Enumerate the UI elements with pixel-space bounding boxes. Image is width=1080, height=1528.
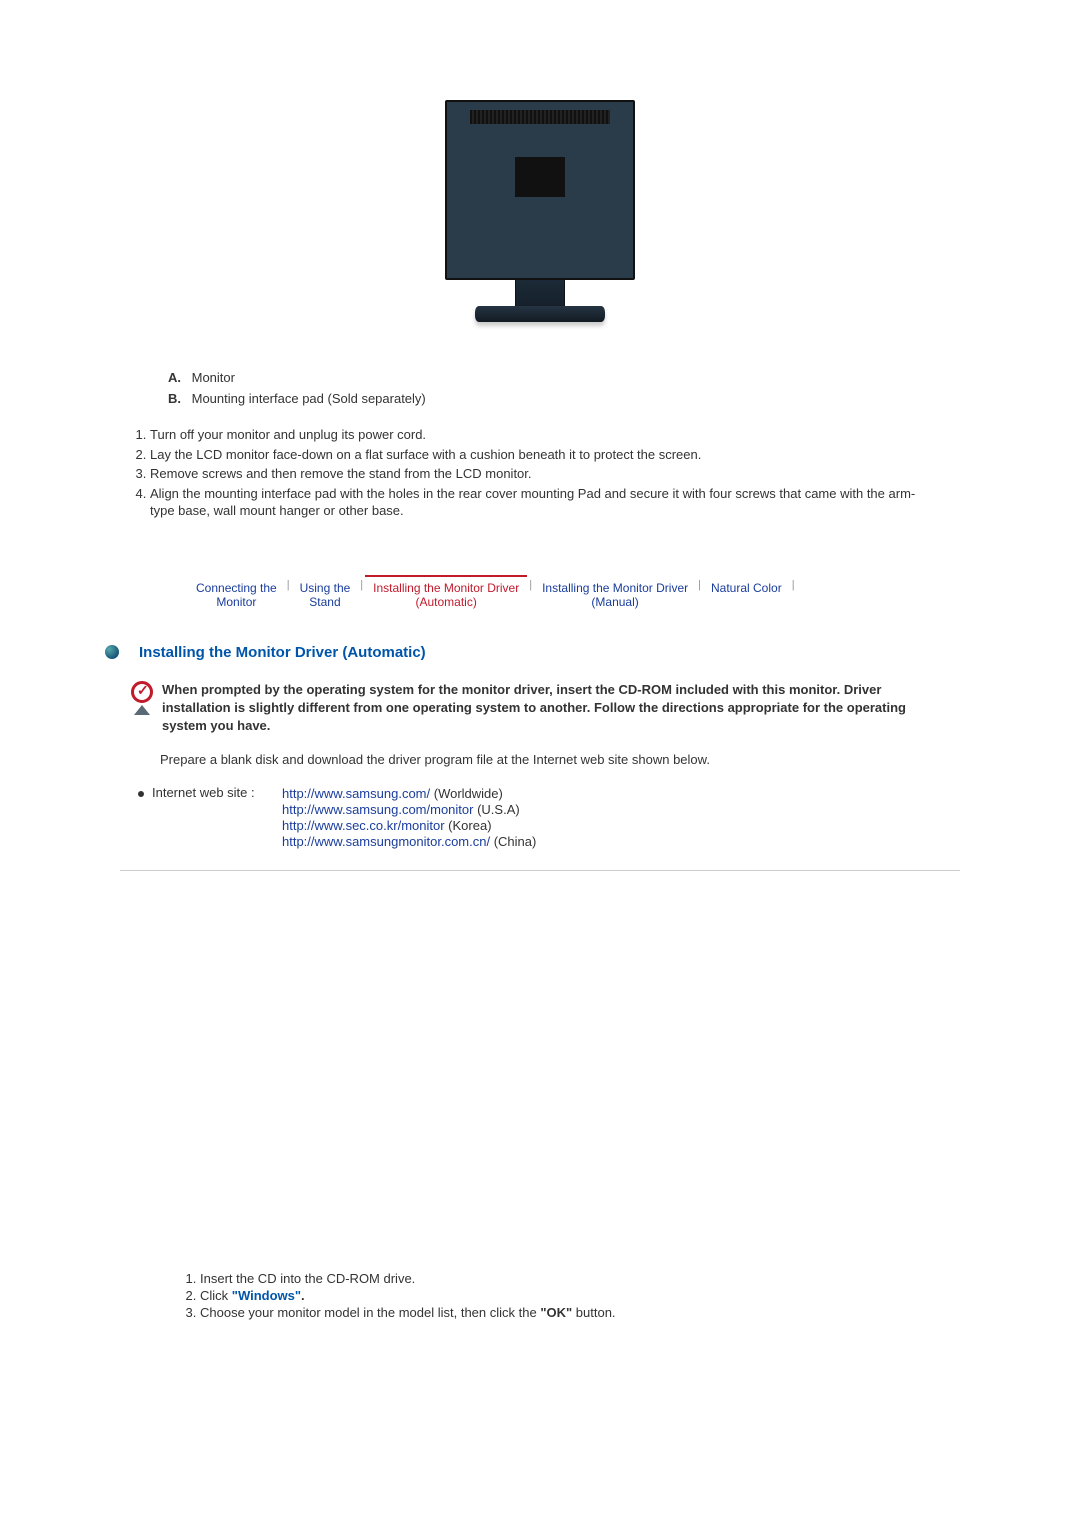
monitor-back-panel	[445, 100, 635, 280]
legend-text-a: Monitor	[192, 370, 235, 385]
note-icon	[122, 681, 162, 736]
link-suffix: (U.S.A)	[473, 802, 519, 817]
section-bullet-icon	[105, 645, 119, 659]
monitor-stand-neck	[515, 280, 565, 306]
list-bullet-icon	[138, 791, 144, 797]
text-fragment: button.	[572, 1305, 615, 1320]
keyword-ok: "OK"	[540, 1305, 572, 1320]
image-legend: A. Monitor B. Mounting interface pad (So…	[168, 370, 920, 406]
tab-separator: |	[527, 575, 534, 595]
website-links: http://www.samsung.com/ (Worldwide) http…	[282, 785, 920, 850]
step-item: Turn off your monitor and unplug its pow…	[150, 426, 920, 444]
link-samsung-usa[interactable]: http://www.samsung.com/monitor	[282, 802, 473, 817]
install-step: Choose your monitor model in the model l…	[200, 1305, 920, 1320]
legend-letter-a: A.	[168, 370, 188, 385]
install-step: Click "Windows".	[200, 1288, 920, 1303]
prepare-text: Prepare a blank disk and download the dr…	[160, 751, 920, 769]
link-suffix: (China)	[490, 834, 536, 849]
monitor-rear-illustration	[435, 100, 645, 340]
divider-line	[120, 870, 960, 871]
tab-connecting-monitor[interactable]: Connecting the Monitor	[188, 575, 285, 614]
legend-letter-b: B.	[168, 391, 188, 406]
link-suffix: (Korea)	[445, 818, 492, 833]
note-text: When prompted by the operating system fo…	[162, 681, 920, 736]
tab-separator: |	[696, 575, 703, 595]
tab-separator: |	[790, 575, 797, 595]
tab-install-driver-manual[interactable]: Installing the Monitor Driver (Manual)	[534, 575, 696, 614]
section-title: Installing the Monitor Driver (Automatic…	[139, 644, 426, 661]
step-item: Align the mounting interface pad with th…	[150, 485, 920, 520]
mounting-steps: Turn off your monitor and unplug its pow…	[132, 426, 920, 520]
section-tabs: Connecting the Monitor | Using the Stand…	[188, 575, 920, 614]
link-sec-korea[interactable]: http://www.sec.co.kr/monitor	[282, 818, 445, 833]
website-label: Internet web site :	[152, 785, 282, 850]
step-item: Lay the LCD monitor face-down on a flat …	[150, 446, 920, 464]
tab-separator: |	[358, 575, 365, 595]
link-suffix: (Worldwide)	[430, 786, 503, 801]
text-fragment: Choose your monitor model in the model l…	[200, 1305, 540, 1320]
install-step: Insert the CD into the CD-ROM drive.	[200, 1271, 920, 1286]
tab-natural-color[interactable]: Natural Color	[703, 575, 790, 599]
legend-text-b: Mounting interface pad (Sold separately)	[192, 391, 426, 406]
monitor-stand-base	[475, 306, 605, 322]
link-samsung-china[interactable]: http://www.samsungmonitor.com.cn/	[282, 834, 490, 849]
install-steps: Insert the CD into the CD-ROM drive. Cli…	[160, 1271, 920, 1320]
link-samsung-global[interactable]: http://www.samsung.com/	[282, 786, 430, 801]
tab-install-driver-auto[interactable]: Installing the Monitor Driver (Automatic…	[365, 575, 527, 614]
step-item: Remove screws and then remove the stand …	[150, 465, 920, 483]
keyword-windows: "Windows"	[232, 1288, 301, 1303]
tab-separator: |	[285, 575, 292, 595]
text-fragment: Click	[200, 1288, 232, 1303]
tab-using-stand[interactable]: Using the Stand	[292, 575, 359, 614]
text-fragment: .	[301, 1288, 305, 1303]
